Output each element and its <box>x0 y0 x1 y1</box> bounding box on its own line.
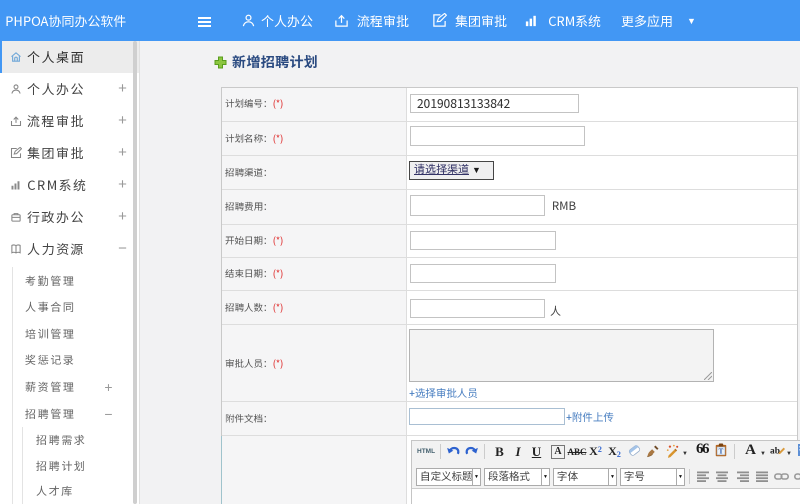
svg-text:ab: ab <box>770 446 780 456</box>
svg-text:T: T <box>719 448 724 456</box>
